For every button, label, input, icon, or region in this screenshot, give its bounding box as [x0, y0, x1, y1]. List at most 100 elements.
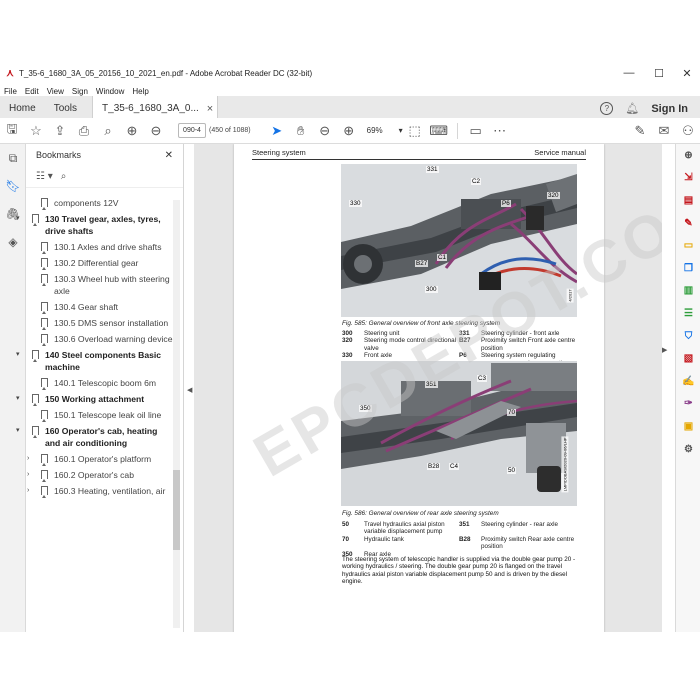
- chevron-down-icon[interactable]: ▾: [16, 213, 20, 225]
- close-window-button[interactable]: ✕: [672, 62, 700, 84]
- zoom-in-icon[interactable]: ⊕: [676, 144, 700, 167]
- chevron-down-icon[interactable]: ▾: [16, 349, 20, 361]
- bookmark-item[interactable]: › 160.2 Operator's cab: [0, 469, 176, 482]
- previous-page-icon[interactable]: ⊕: [120, 120, 144, 142]
- bookmark-item[interactable]: ▾ 140 Steel components Basic machine: [0, 349, 176, 373]
- fig1-code: 4/2017: [566, 288, 574, 303]
- protect-icon[interactable]: ⛉: [676, 325, 700, 348]
- save-icon[interactable]: 🖫︎: [0, 120, 24, 142]
- email-icon[interactable]: ✉: [652, 120, 676, 142]
- toolbar-divider: [456, 122, 458, 139]
- bookmark-item[interactable]: 130.6 Overload warning device: [0, 333, 176, 346]
- bookmark-item[interactable]: 130.1 Axles and drive shafts: [0, 241, 176, 254]
- menu-edit[interactable]: Edit: [21, 87, 43, 96]
- export-pdf-icon[interactable]: ⇲: [676, 167, 700, 190]
- bookmarks-list: components 12V ▾ 130 Travel gear, axles, t…: [0, 197, 176, 617]
- menu-window[interactable]: Window: [92, 87, 128, 96]
- menu-file[interactable]: File: [0, 87, 21, 96]
- notifications-bell-icon[interactable]: 🔔︎: [625, 102, 639, 115]
- tab-close-icon[interactable]: ×: [207, 103, 213, 115]
- fill-sign-icon[interactable]: ✍: [676, 370, 700, 393]
- chevron-right-icon[interactable]: ›: [27, 485, 29, 497]
- more-options-icon[interactable]: ⋯: [488, 120, 512, 142]
- bookmark-options-icon[interactable]: ☷ ▾: [36, 171, 53, 182]
- fig1-tag: P6: [501, 200, 511, 207]
- collapse-panel-icon[interactable]: ◀: [187, 386, 192, 394]
- bookmark-icon: [41, 318, 48, 330]
- bookmark-icon: [41, 486, 48, 498]
- hand-tool-icon[interactable]: ✋︎: [289, 120, 313, 142]
- expand-right-panel-icon[interactable]: ▶: [662, 346, 667, 354]
- fig2-tag: C4: [449, 463, 460, 470]
- organize-pages-icon[interactable]: ▥: [676, 280, 700, 303]
- bookmark-item[interactable]: 130.5 DMS sensor installation: [0, 317, 176, 330]
- minimize-button[interactable]: —: [614, 62, 644, 84]
- chevron-down-icon[interactable]: ▾: [16, 425, 20, 437]
- page-number-input[interactable]: 090-4: [178, 123, 206, 138]
- chevron-right-icon[interactable]: ›: [27, 453, 29, 465]
- sign-pen-icon[interactable]: ✎: [628, 120, 652, 142]
- front-axle-drawing: [341, 164, 577, 317]
- keyboard-icon[interactable]: ⌨: [427, 120, 451, 142]
- optimize-pdf-icon[interactable]: ▧: [676, 347, 700, 370]
- rich-media-icon[interactable]: ▣: [676, 415, 700, 438]
- bookmark-item[interactable]: 140.1 Telescopic boom 6m: [0, 377, 176, 390]
- bookmark-item[interactable]: 150.1 Telescope leak oil line: [0, 409, 176, 422]
- fig2-tag: 70: [507, 409, 517, 416]
- fig2-tag: 351: [425, 381, 438, 388]
- bookmark-item[interactable]: ▾ 150 Working attachment: [0, 393, 176, 406]
- menu-view[interactable]: View: [43, 87, 68, 96]
- comment-icon[interactable]: ▭: [464, 120, 488, 142]
- close-icon[interactable]: ✕: [165, 150, 173, 161]
- bookmark-item[interactable]: ▾ 130 Travel gear, axles, tyres, drive sh…: [0, 213, 176, 237]
- page-fit-icon[interactable]: ⬚: [403, 120, 427, 142]
- acrobat-logo-icon: ⋏: [6, 67, 14, 79]
- next-page-icon[interactable]: ⊖: [144, 120, 168, 142]
- edit-pdf-icon[interactable]: ✎: [676, 212, 700, 235]
- comment-icon[interactable]: ▭: [676, 234, 700, 257]
- zoom-out-icon[interactable]: ⊖: [313, 120, 337, 142]
- bookmark-star-icon[interactable]: ☆: [24, 120, 48, 142]
- legend-entry: 331 Steering cylinder - front axle: [459, 330, 576, 337]
- rear-axle-figure: 351 C3 350 70 B28 C4 50 LMP/DOBAS/2020-0…: [341, 361, 577, 506]
- bookmark-icon: [41, 258, 48, 270]
- chevron-right-icon[interactable]: ›: [27, 469, 29, 481]
- bookmark-label: 150.1 Telescope leak oil line: [54, 410, 162, 420]
- bookmarks-icon[interactable]: 🔖︎: [0, 172, 26, 200]
- combine-files-icon[interactable]: ❐: [676, 257, 700, 280]
- bookmark-item[interactable]: ▾ 160 Operator's cab, heating and air con…: [0, 425, 176, 449]
- bookmark-item[interactable]: components 12V: [0, 197, 176, 210]
- bookmark-label: 130.2 Differential gear: [54, 258, 139, 268]
- bookmark-item[interactable]: 130.3 Wheel hub with steering axle: [0, 273, 176, 297]
- fig1-caption: Fig. 585: General overview of front axle…: [342, 320, 501, 327]
- bookmark-item[interactable]: 130.2 Differential gear: [0, 257, 176, 270]
- redact-icon[interactable]: ☰: [676, 302, 700, 325]
- menu-help[interactable]: Help: [128, 87, 152, 96]
- maximize-button[interactable]: ☐: [644, 62, 674, 84]
- bookmark-item[interactable]: › 160.3 Heating, ventilation, air: [0, 485, 176, 498]
- find-bookmark-icon[interactable]: ⌕: [61, 171, 67, 182]
- print-icon[interactable]: ⎙: [72, 120, 96, 142]
- sign-in-button[interactable]: Sign In: [651, 103, 688, 115]
- cloud-upload-icon[interactable]: ⇪: [48, 120, 72, 142]
- page-thumbnails-icon[interactable]: ⧉: [0, 144, 26, 172]
- legend-number: 300: [342, 330, 353, 337]
- fig2-tag: 350: [359, 405, 372, 412]
- bookmark-item[interactable]: › 160.1 Operator's platform: [0, 453, 176, 466]
- window-title: T_35-6_1680_3A_05_20156_10_2021_en.pdf -…: [19, 68, 313, 78]
- help-icon[interactable]: ?: [600, 102, 614, 115]
- more-tools-icon[interactable]: ⚙: [676, 438, 700, 461]
- zoom-in-icon[interactable]: ⊕: [337, 120, 361, 142]
- select-cursor-icon[interactable]: ➤: [265, 120, 289, 142]
- create-pdf-icon[interactable]: ▤: [676, 189, 700, 212]
- chevron-down-icon[interactable]: ▾: [16, 393, 20, 405]
- bookmark-icon: [41, 334, 48, 346]
- bookmark-icon: [41, 454, 48, 466]
- share-user-icon[interactable]: ⚇: [676, 120, 700, 142]
- menu-sign[interactable]: Sign: [68, 87, 92, 96]
- search-icon[interactable]: ⌕: [96, 120, 120, 142]
- zoom-select[interactable]: 69% ▾: [367, 126, 403, 135]
- bookmark-item[interactable]: 130.4 Gear shaft: [0, 301, 176, 314]
- bookmark-label: 130.4 Gear shaft: [54, 302, 119, 312]
- send-sign-icon[interactable]: ✑: [676, 393, 700, 416]
